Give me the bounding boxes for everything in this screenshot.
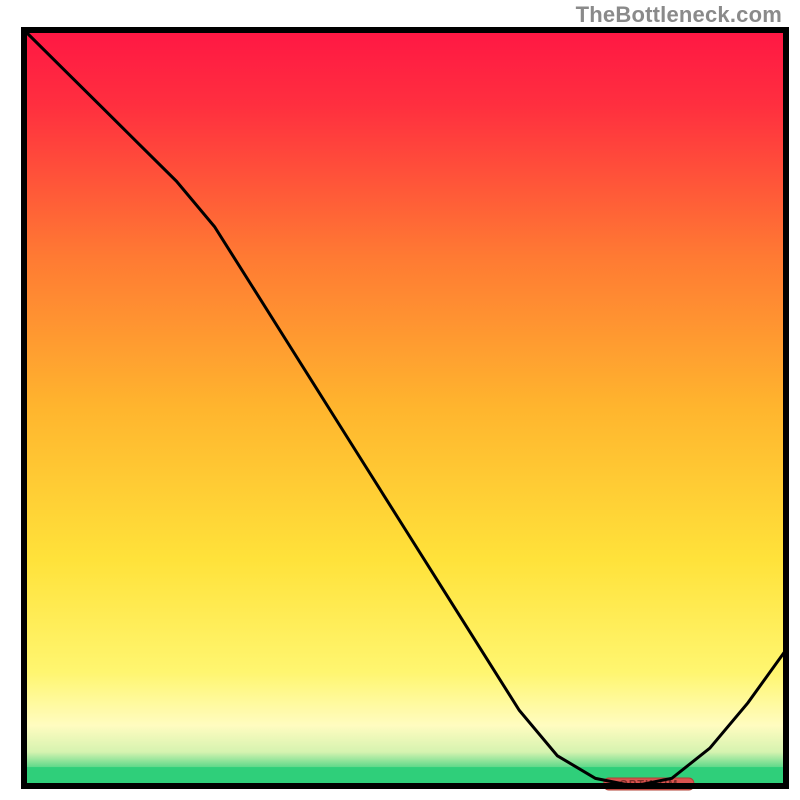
chart-container: TheBottleneck.com OPTIMUM <box>0 0 800 800</box>
chart-svg: OPTIMUM <box>0 0 800 800</box>
plot-area: OPTIMUM <box>24 30 786 791</box>
